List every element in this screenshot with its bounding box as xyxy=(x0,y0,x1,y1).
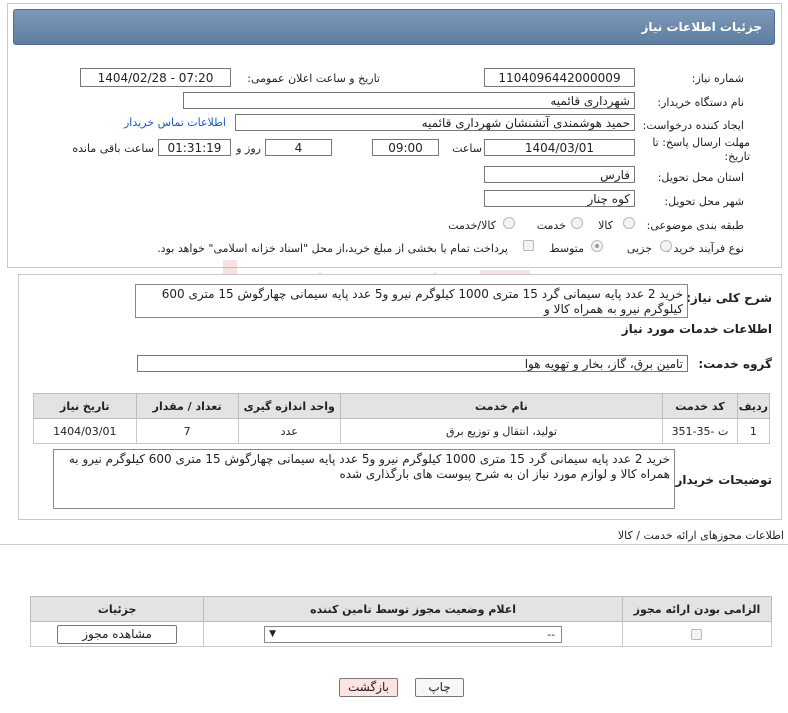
view-permit-button[interactable]: مشاهده مجوز xyxy=(57,624,178,644)
city-label: شهر محل تحویل: xyxy=(664,195,744,208)
col-service-name: نام خدمت xyxy=(339,393,664,419)
category-label: طبقه بندی موضوعی: xyxy=(646,219,744,232)
col-row-number: ردیف xyxy=(736,393,771,419)
summary-label: شرح کلی نیاز: xyxy=(686,291,772,305)
city-field: کوه چنار xyxy=(484,190,635,207)
cell-permit-status: -- ▼ xyxy=(203,621,623,647)
category-radio-goods[interactable] xyxy=(623,217,635,229)
announce-date-label: تاریخ و ساعت اعلان عمومی: xyxy=(247,72,380,85)
buyer-contact-link[interactable]: اطلاعات تماس خریدار xyxy=(124,116,226,129)
service-group-label: گروه خدمت: xyxy=(698,357,772,371)
category-option-goods: کالا xyxy=(598,219,613,232)
buyer-notes-textarea[interactable]: خرید 2 عدد پایه سیمانی گرد 15 متری 1000 … xyxy=(53,449,675,509)
deadline-date-field: 1404/03/01 xyxy=(484,139,635,156)
need-number-field: 1104096442000009 xyxy=(484,68,635,87)
creator-field: حمید هوشمندی آتشنشان شهرداری قائمیه xyxy=(235,114,635,131)
header-bar: جزئیات اطلاعات نیاز xyxy=(13,9,775,45)
chevron-down-icon: ▼ xyxy=(269,628,276,639)
process-radio-partial[interactable] xyxy=(660,240,672,252)
permit-required-checkbox[interactable] xyxy=(691,629,703,640)
treasury-payment-note: پرداخت تمام یا بخشی از مبلغ خرید،از محل … xyxy=(157,242,508,255)
cell-quantity: 7 xyxy=(135,418,239,444)
col-need-date: تاریخ نیاز xyxy=(33,393,137,419)
process-option-medium: متوسط xyxy=(549,242,584,255)
cell-permit-required xyxy=(621,621,773,647)
deadline-time-label: ساعت xyxy=(452,142,482,155)
cell-need-date: 1404/03/01 xyxy=(33,418,137,444)
creator-label: ایجاد کننده درخواست: xyxy=(642,119,744,132)
cell-service-code: ت -35-351 xyxy=(662,418,738,444)
col-permit-details: جزئیات xyxy=(29,596,205,622)
services-table-header: ردیف کد خدمت نام خدمت واحد اندازه گیری ت… xyxy=(33,393,771,419)
treasury-payment-checkbox[interactable] xyxy=(523,240,534,251)
remaining-time-field: 01:31:19 xyxy=(158,139,231,156)
table-row: 1 ت -35-351 تولید، انتقال و توزیع برق عد… xyxy=(33,418,771,444)
category-option-goods-service: کالا/خدمت xyxy=(448,219,496,232)
announce-date-field: 1404/02/28 - 07:20 xyxy=(80,68,231,87)
cell-permit-details: مشاهده مجوز xyxy=(29,621,205,647)
process-radio-medium[interactable] xyxy=(591,240,603,252)
permit-status-select[interactable]: -- ▼ xyxy=(264,625,563,643)
province-field: فارس xyxy=(484,166,635,183)
cell-service-name: تولید، انتقال و توزیع برق xyxy=(339,418,664,444)
col-unit: واحد اندازه گیری xyxy=(237,393,341,419)
permits-section-title: اطلاعات مجوزهای ارائه خدمت / کالا xyxy=(617,529,784,542)
services-section-title: اطلاعات خدمات مورد نیاز xyxy=(621,322,772,336)
category-option-service: خدمت xyxy=(536,219,566,232)
permit-status-value: -- xyxy=(547,627,556,641)
days-remaining-field: 4 xyxy=(265,139,332,156)
deadline-label: مهلت ارسال پاسخ: تا تاریخ: xyxy=(652,136,750,163)
days-label: روز و xyxy=(236,142,261,155)
back-button[interactable]: بازگشت xyxy=(339,678,398,697)
page-title: جزئیات اطلاعات نیاز xyxy=(641,20,762,34)
category-radio-goods-service[interactable] xyxy=(503,217,515,229)
col-quantity: تعداد / مقدار xyxy=(135,393,239,419)
category-radio-service[interactable] xyxy=(571,217,583,229)
col-service-code: کد خدمت xyxy=(662,393,738,419)
buyer-notes-label: توضیحات خریدار: xyxy=(670,473,772,487)
buyer-org-label: نام دستگاه خریدار: xyxy=(657,96,744,109)
buyer-org-field: شهرداری قائمیه xyxy=(183,92,635,109)
process-option-partial: جزیی xyxy=(626,242,652,255)
permits-table: الزامی بودن ارائه مجوز اعلام وضعیت مجوز … xyxy=(29,596,773,647)
summary-textarea[interactable]: خرید 2 عدد پایه سیمانی گرد 15 متری 1000 … xyxy=(135,284,688,318)
cell-unit: عدد xyxy=(237,418,341,444)
col-permit-status: اعلام وضعیت مجوز توسط تامین کننده xyxy=(203,596,623,622)
permits-divider xyxy=(0,544,788,545)
need-number-label: شماره نیاز: xyxy=(691,72,744,85)
permits-table-header: الزامی بودن ارائه مجوز اعلام وضعیت مجوز … xyxy=(29,596,773,622)
print-button[interactable]: چاپ xyxy=(415,678,464,697)
remaining-time-label: ساعت باقی مانده xyxy=(72,142,154,155)
province-label: استان محل تحویل: xyxy=(657,171,744,184)
services-table: ردیف کد خدمت نام خدمت واحد اندازه گیری ت… xyxy=(33,393,771,444)
table-row: -- ▼ مشاهده مجوز xyxy=(29,621,773,647)
cell-row-number: 1 xyxy=(736,418,771,444)
deadline-time-field: 09:00 xyxy=(372,139,439,156)
service-group-field: تامین برق، گاز، بخار و تهویه هوا xyxy=(137,355,688,372)
col-permit-required: الزامی بودن ارائه مجوز xyxy=(621,596,773,622)
process-type-label: نوع فرآیند خرید : xyxy=(666,242,744,255)
